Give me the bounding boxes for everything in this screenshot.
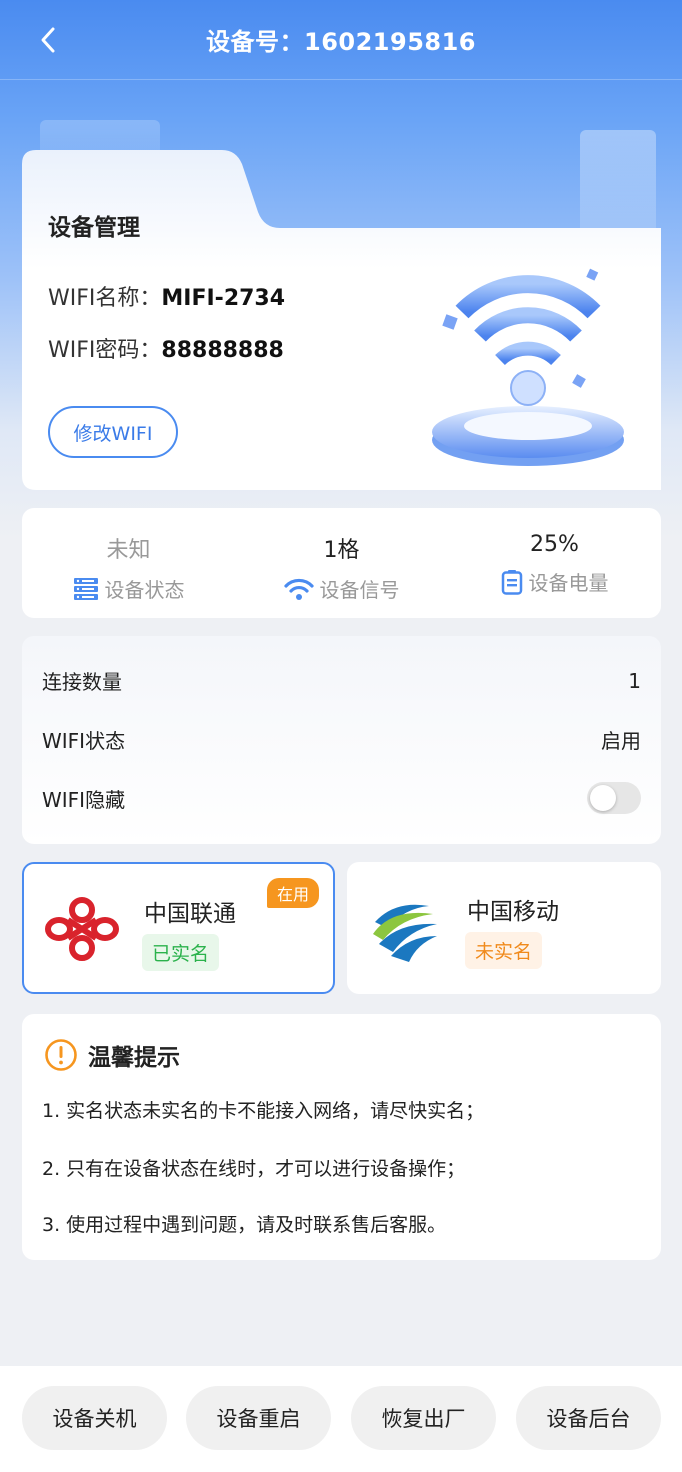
stat-label: 设备信号 [319,578,400,602]
stat-value: 1格 [323,538,360,563]
tips-card: 温馨提示 1. 实名状态未实名的卡不能接入网络，请尽快实名； 2. 只有在设备状… [22,1014,661,1260]
device-stats-card: 未知 设备状态 1格 设备信号 25% 设备电量 [22,508,661,618]
wifi-illustration [432,268,624,466]
wifi-status-value: 启用 [601,729,641,753]
tip-item: 1. 实名状态未实名的卡不能接入网络，请尽快实名； [42,1100,485,1122]
wifi-info-card: 连接数量 1 WIFI状态 启用 WIFI隐藏 [22,636,661,844]
stat-device-battery: 25% 设备电量 [448,508,661,618]
server-icon [73,577,99,601]
connections-row: 连接数量 1 [42,666,641,695]
sim-card-mobile[interactable]: 中国移动 未实名 [347,862,661,994]
stat-label: 设备状态 [104,578,185,602]
stat-value: 25% [530,532,579,557]
wifi-hidden-toggle[interactable] [587,782,641,814]
device-admin-button[interactable]: 设备后台 [516,1386,661,1450]
verification-status-badge: 未实名 [465,932,543,969]
wifi-name-label: WIFI名称： [48,286,162,311]
factory-reset-button[interactable]: 恢复出厂 [351,1386,496,1450]
stat-label: 设备电量 [528,571,609,595]
china-mobile-logo [365,892,445,970]
stat-label-row: 设备电量 [501,567,609,596]
wifi-name-value: MIFI-2734 [161,286,286,311]
carrier-name: 中国联通 [144,901,236,927]
page-title: 设备号：1602195816 [206,28,476,56]
wifi-password-value: 88888888 [161,338,284,363]
battery-icon [501,569,523,595]
wifi-status-label: WIFI状态 [42,729,126,753]
section-title: 设备管理 [48,215,140,241]
tips-header: 温馨提示 [44,1038,180,1072]
wifi-signal-icon [283,577,314,601]
wifi-password-row: WIFI密码：88888888 [48,332,284,364]
verification-status-badge: 已实名 [142,934,220,971]
tip-item: 3. 使用过程中遇到问题，请及时联系售后客服。 [42,1214,447,1236]
modify-wifi-button[interactable]: 修改WIFI [48,406,178,458]
wifi-status-row: WIFI状态 启用 [42,725,641,754]
carrier-name: 中国移动 [467,899,559,925]
tip-item: 2. 只有在设备状态在线时，才可以进行设备操作； [42,1158,466,1180]
wifi-hidden-label: WIFI隐藏 [42,787,126,812]
shutdown-button[interactable]: 设备关机 [22,1386,167,1450]
restart-button[interactable]: 设备重启 [186,1386,331,1450]
sim-card-unicom[interactable]: 中国联通 已实名 在用 [22,862,335,994]
top-bar: 设备号：1602195816 [0,0,682,80]
wifi-name-row: WIFI名称：MIFI-2734 [48,280,285,312]
stat-label-row: 设备状态 [73,574,185,603]
stat-value: 未知 [106,538,151,563]
warning-icon [44,1038,78,1072]
chevron-left-icon [41,27,55,53]
bottom-action-bar: 设备关机 设备重启 恢复出厂 设备后台 [0,1366,682,1472]
in-use-badge: 在用 [266,878,319,908]
back-button[interactable] [34,26,62,54]
device-management-card: 设备管理 WIFI名称：MIFI-2734 WIFI密码：88888888 修改… [22,150,661,490]
stat-device-status: 未知 设备状态 [22,508,235,618]
wifi-hidden-row: WIFI隐藏 [42,782,641,814]
connections-value: 1 [628,668,641,693]
stat-device-signal: 1格 设备信号 [235,508,448,618]
china-unicom-logo [42,894,122,968]
connections-label: 连接数量 [42,670,122,694]
stat-label-row: 设备信号 [283,574,400,603]
tips-title: 温馨提示 [88,1045,180,1071]
wifi-password-label: WIFI密码： [48,338,162,363]
